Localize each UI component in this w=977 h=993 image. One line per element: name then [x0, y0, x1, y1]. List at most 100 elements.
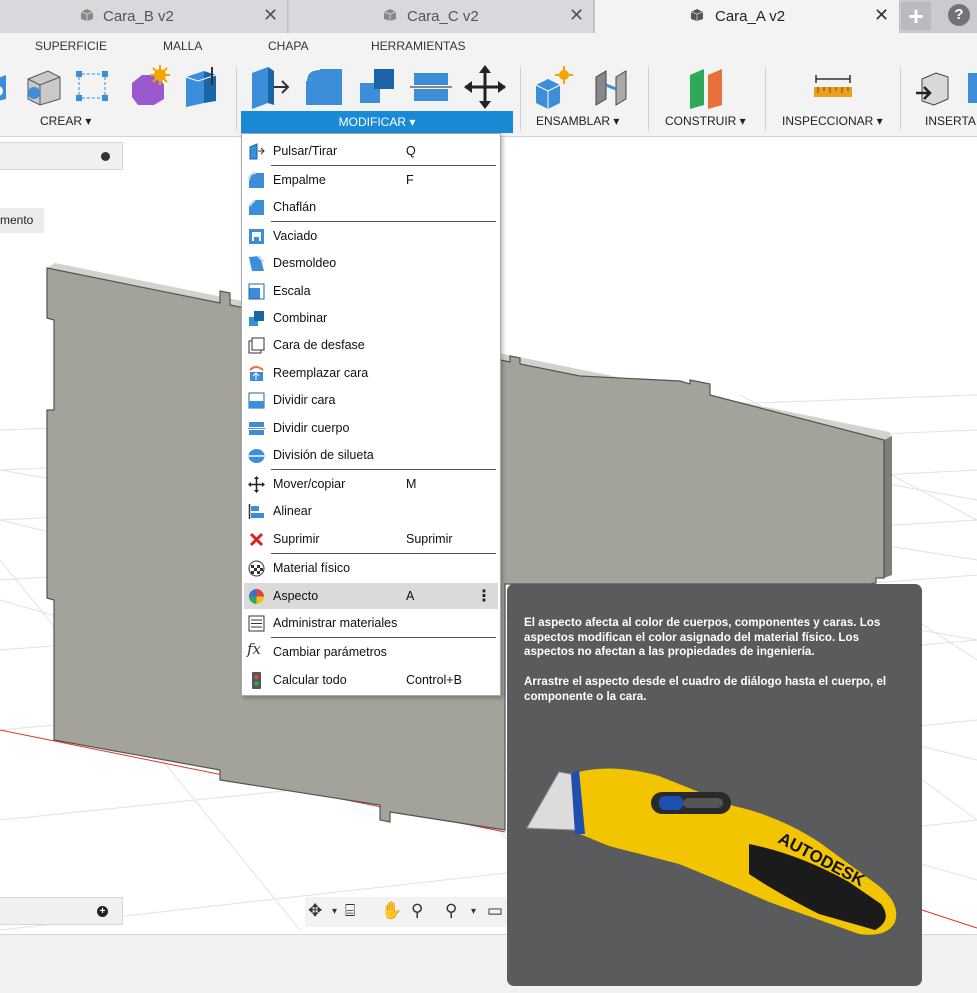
chevron-down-icon[interactable]: ▾ — [471, 906, 476, 917]
tab-herramientas[interactable]: HERRAMIENTAS — [371, 39, 465, 53]
menu-item-aspecto[interactable]: Aspecto A ⋮ — [244, 583, 498, 609]
look-at-icon[interactable]: ⌸ — [345, 901, 355, 921]
menu-item-combinar[interactable]: Combinar — [244, 305, 498, 331]
group-ensamblar[interactable]: ENSAMBLAR ▾ — [536, 114, 619, 128]
move-copy-tool-icon[interactable] — [464, 65, 506, 109]
component-icon — [80, 9, 94, 21]
fillet-icon — [248, 172, 264, 188]
menu-item-escala[interactable]: Escala — [244, 278, 498, 304]
close-icon[interactable]: ✕ — [569, 5, 584, 26]
navigation-bar: ✥ ▾ ⌸ ✋ ⚲ ⚲ ▾ ▭ — [305, 897, 510, 927]
joint-tool-icon[interactable] — [590, 65, 632, 109]
group-inspeccionar[interactable]: INSPECCIONAR ▾ — [782, 114, 883, 128]
menu-item-administrar-materiales[interactable]: Administrar materiales — [244, 610, 498, 636]
menu-item-dividir-cara[interactable]: Dividir cara — [244, 387, 498, 413]
tab-cara-b[interactable]: Cara_B v2 ✕ — [0, 0, 288, 33]
utility-knife-illustration: AUTODESK — [526, 768, 897, 935]
move-icon — [248, 476, 265, 493]
menu-item-empalme[interactable]: Empalme F — [244, 167, 498, 193]
combine-tool-icon[interactable] — [356, 65, 398, 109]
group-divider — [765, 67, 766, 131]
more-options-icon[interactable]: ⋮ — [476, 586, 492, 606]
compute-all-icon — [252, 672, 261, 689]
sketch-points-tool-icon[interactable] — [72, 65, 114, 109]
menu-item-reemplazar-cara[interactable]: Reemplazar cara — [244, 360, 498, 386]
press-pull-tool-icon[interactable] — [248, 65, 290, 109]
measure-tool-icon[interactable] — [812, 65, 854, 109]
comments-panel-header[interactable]: + — [0, 897, 123, 925]
replace-face-icon — [249, 366, 264, 381]
tab-malla[interactable]: MALLA — [163, 39, 202, 53]
tab-chapa[interactable]: CHAPA — [268, 39, 308, 53]
pan-icon[interactable]: ✋ — [381, 901, 402, 921]
zoom-icon[interactable]: ⚲ — [411, 901, 423, 921]
menu-separator — [271, 221, 496, 222]
insert-mesh-tool-icon[interactable] — [966, 65, 977, 109]
help-icon[interactable]: ? — [948, 4, 970, 26]
collapse-icon[interactable] — [101, 152, 110, 161]
group-divider — [648, 67, 649, 131]
menu-item-chaflan[interactable]: Chaflán — [244, 194, 498, 220]
group-crear[interactable]: CREAR ▾ — [40, 114, 91, 128]
menu-item-calcular-todo[interactable]: Calcular todo Control+B — [244, 667, 498, 693]
tooltip-instruction: Arrastre el aspecto desde el cuadro de d… — [524, 675, 887, 703]
group-divider — [900, 67, 901, 131]
chamfer-icon — [248, 199, 264, 215]
split-body-tool-icon[interactable] — [410, 65, 452, 109]
scale-icon — [248, 283, 265, 300]
fit-icon[interactable]: ⚲ — [445, 901, 457, 921]
menu-separator — [271, 165, 496, 166]
tooltip-description: El aspecto afecta al color de cuerpos, c… — [524, 616, 881, 659]
timeline-button[interactable]: mento — [0, 208, 44, 233]
offset-plane-tool-icon[interactable] — [686, 65, 728, 109]
menu-item-dividir-cuerpo[interactable]: Dividir cuerpo — [244, 415, 498, 441]
group-divider — [520, 67, 521, 131]
component-icon — [383, 9, 397, 21]
menu-separator — [271, 637, 496, 638]
menu-item-desmoldeo[interactable]: Desmoldeo — [244, 250, 498, 276]
chevron-down-icon[interactable]: ▾ — [332, 906, 337, 917]
browser-panel-header[interactable] — [0, 142, 123, 170]
close-icon[interactable]: ✕ — [263, 5, 278, 26]
group-modificar[interactable]: MODIFICAR ▾ — [241, 111, 513, 133]
tab-cara-a[interactable]: Cara_A v2 ✕ — [595, 0, 900, 33]
close-icon[interactable]: ✕ — [874, 5, 889, 26]
tab-superficie[interactable]: SUPERFICIE — [35, 39, 107, 53]
modificar-dropdown-menu: Pulsar/Tirar Q Empalme F Chaflán Vaciado… — [241, 133, 501, 696]
menu-item-material-fisico[interactable]: Material físico — [244, 555, 498, 581]
menu-item-division-de-silueta[interactable]: División de silueta — [244, 442, 498, 468]
display-settings-icon[interactable]: ▭ — [487, 901, 503, 921]
insert-derive-tool-icon[interactable] — [914, 65, 956, 109]
toolbar-ribbon: SUPERFICIE MALLA CHAPA HERRAMIENTAS CREA… — [0, 33, 977, 137]
tab-label: Cara_B v2 — [103, 8, 174, 25]
split-body-icon — [248, 422, 265, 435]
align-icon — [248, 504, 264, 519]
delete-icon — [249, 532, 264, 547]
shell-icon — [249, 229, 264, 244]
new-component-tool-icon[interactable] — [532, 65, 574, 109]
draft-icon — [249, 255, 265, 271]
menu-item-pulsar-tirar[interactable]: Pulsar/Tirar Q — [244, 138, 498, 164]
menu-item-alinear[interactable]: Alinear — [244, 498, 498, 524]
fillet-tool-icon[interactable] — [302, 65, 344, 109]
menu-item-vaciado[interactable]: Vaciado — [244, 223, 498, 249]
menu-item-suprimir[interactable]: Suprimir Suprimir — [244, 526, 498, 552]
box-tool-icon[interactable] — [182, 65, 224, 109]
form-tool-icon[interactable] — [128, 65, 170, 109]
press-pull-icon — [249, 143, 265, 160]
group-insertar[interactable]: INSERTA — [925, 114, 976, 128]
revolve-tool-icon[interactable] — [22, 65, 64, 109]
orbit-icon[interactable]: ✥ — [308, 901, 322, 921]
add-icon[interactable]: + — [97, 906, 108, 917]
menu-item-cambiar-parametros[interactable]: fx Cambiar parámetros — [244, 639, 498, 665]
group-construir[interactable]: CONSTRUIR ▾ — [665, 114, 746, 128]
menu-separator — [271, 553, 496, 554]
menu-item-cara-de-desfase[interactable]: Cara de desfase — [244, 332, 498, 358]
tab-cara-c[interactable]: Cara_C v2 ✕ — [289, 0, 594, 33]
split-face-icon — [248, 392, 265, 409]
x-axis-line — [921, 909, 977, 929]
menu-item-mover-copiar[interactable]: Mover/copiar M — [244, 471, 498, 497]
physical-material-icon — [248, 560, 265, 577]
new-tab-button[interactable]: + — [901, 2, 931, 30]
appearance-icon — [249, 589, 264, 604]
